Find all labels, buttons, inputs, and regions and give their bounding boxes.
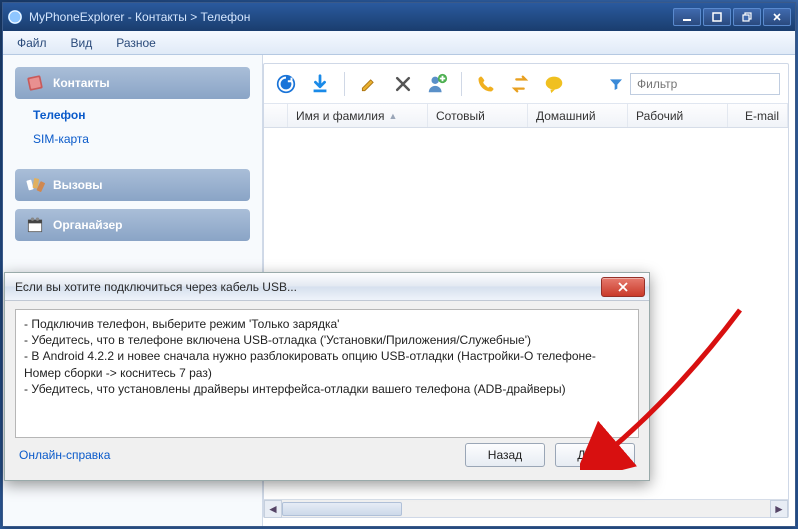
app-icon [7, 9, 23, 25]
calls-icon [25, 175, 45, 195]
dialog-line-4: - Убедитесь, что установлены драйверы ин… [24, 381, 630, 397]
sidebar-organizer-label: Органайзер [53, 218, 122, 232]
menu-misc[interactable]: Разное [110, 34, 162, 52]
dialog-body: - Подключив телефон, выберите режим 'Тол… [5, 301, 649, 480]
titlebar: MyPhoneExplorer - Контакты > Телефон [3, 3, 795, 31]
scroll-thumb[interactable] [282, 502, 402, 516]
add-contact-button[interactable] [423, 70, 451, 98]
organizer-icon [25, 215, 45, 235]
call-button[interactable] [472, 70, 500, 98]
usb-connect-dialog: Если вы хотите подключиться через кабель… [4, 272, 650, 481]
delete-button[interactable] [389, 70, 417, 98]
next-button[interactable]: Далее [555, 443, 635, 467]
close-icon [617, 282, 629, 292]
online-help-link[interactable]: Онлайн-справка [19, 448, 110, 462]
maximize-button[interactable] [703, 8, 731, 26]
sort-asc-icon: ▲ [388, 111, 397, 121]
column-mobile[interactable]: Сотовый [428, 104, 528, 127]
sidebar-item-phone[interactable]: Телефон [27, 105, 238, 125]
column-checkbox[interactable] [264, 104, 288, 127]
toolbar [264, 64, 788, 104]
window-title: MyPhoneExplorer - Контакты > Телефон [29, 10, 671, 24]
close-button[interactable] [763, 8, 791, 26]
back-button[interactable]: Назад [465, 443, 545, 467]
download-button[interactable] [306, 70, 334, 98]
column-work[interactable]: Рабочий [628, 104, 728, 127]
menu-view[interactable]: Вид [65, 34, 99, 52]
window-controls [671, 8, 791, 26]
address-book-icon [25, 73, 45, 93]
dialog-footer: Онлайн-справка Назад Далее [15, 438, 639, 472]
dialog-titlebar: Если вы хотите подключиться через кабель… [5, 273, 649, 301]
sidebar-item-contacts[interactable]: Контакты [15, 67, 250, 99]
column-name[interactable]: Имя и фамилия▲ [288, 104, 428, 127]
sidebar-item-organizer[interactable]: Органайзер [15, 209, 250, 241]
column-email[interactable]: E-mail [728, 104, 788, 127]
minimize-button[interactable] [673, 8, 701, 26]
sidebar-calls-label: Вызовы [53, 178, 103, 192]
column-home[interactable]: Домашний [528, 104, 628, 127]
refresh-button[interactable] [272, 70, 300, 98]
scroll-left-arrow[interactable]: ◄ [264, 500, 282, 518]
sidebar-item-calls[interactable]: Вызовы [15, 169, 250, 201]
dialog-close-button[interactable] [601, 277, 645, 297]
restore-button[interactable] [733, 8, 761, 26]
sidebar-item-sim[interactable]: SIM-карта [27, 129, 238, 149]
menu-file[interactable]: Файл [11, 34, 53, 52]
dialog-title: Если вы хотите подключиться через кабель… [15, 280, 601, 294]
dialog-line-3: - В Android 4.2.2 и новее сначала нужно … [24, 348, 630, 380]
sidebar-contacts-label: Контакты [53, 76, 110, 90]
separator [461, 72, 462, 96]
edit-button[interactable] [355, 70, 383, 98]
message-button[interactable] [540, 70, 568, 98]
filter-icon [608, 76, 624, 92]
dialog-line-1: - Подключив телефон, выберите режим 'Тол… [24, 316, 630, 332]
separator [344, 72, 345, 96]
filter-box [608, 73, 780, 95]
menubar: Файл Вид Разное [3, 31, 795, 55]
horizontal-scrollbar[interactable]: ◄ ► [264, 499, 788, 517]
dialog-line-2: - Убедитесь, что в телефоне включена USB… [24, 332, 630, 348]
table-header: Имя и фамилия▲ Сотовый Домашний Рабочий … [264, 104, 788, 128]
sync-button[interactable] [506, 70, 534, 98]
scroll-right-arrow[interactable]: ► [770, 500, 788, 518]
filter-input[interactable] [630, 73, 780, 95]
dialog-text: - Подключив телефон, выберите режим 'Тол… [15, 309, 639, 438]
